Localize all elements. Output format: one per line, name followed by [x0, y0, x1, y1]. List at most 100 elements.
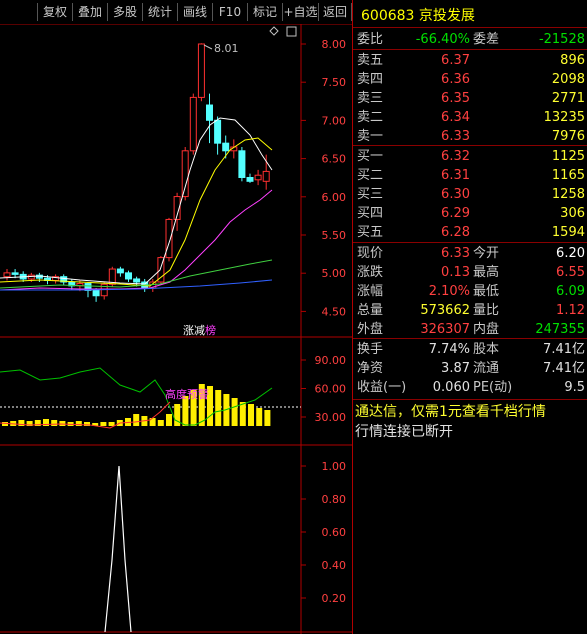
indicator-bar [264, 410, 271, 426]
toolbar-button-mark[interactable]: 标记 [247, 3, 282, 21]
extra-value-2: 9.5 [564, 380, 585, 395]
axis-tick-label: 30.00 [315, 411, 347, 424]
toolbar-button-statistics[interactable]: 统计 [142, 3, 177, 21]
axis-tick-label: 8.00 [322, 38, 347, 51]
toolbar-button-draw-line[interactable]: 画线 [177, 3, 212, 21]
toolbar-button-overlay[interactable]: 叠加 [72, 3, 107, 21]
toolbar-button-multi-stock[interactable]: 多股 [107, 3, 142, 21]
weibi-value: -66.40% [415, 32, 470, 47]
indicator-bar [248, 404, 254, 426]
stat-value: 573662 [420, 303, 470, 318]
indicator-bar [166, 414, 172, 426]
indicator-bar [18, 420, 25, 426]
ma-line-white [0, 117, 273, 285]
extra-label-2: PE(动) [473, 380, 513, 395]
indicator-bar [2, 422, 8, 426]
stat-row: 现价 6.33 今开 6.20 [353, 244, 587, 263]
axis-tick-label: 7.50 [322, 76, 347, 89]
toolbar-button-fuquan[interactable]: 复权 [37, 3, 72, 21]
extra-value: 3.87 [441, 361, 470, 376]
axis-tick-label: 6.50 [322, 153, 347, 166]
ask-price: 6.33 [441, 129, 470, 144]
indicator-bar [59, 421, 66, 426]
stat-label: 涨幅 [357, 284, 384, 299]
indicator-bar [157, 420, 164, 426]
candle-body [254, 174, 262, 181]
stat-label-2: 今开 [473, 246, 500, 261]
bid-label: 买四 [357, 206, 384, 221]
bid-row: 买一 6.32 1125 [353, 147, 587, 166]
axis-tick-label: 5.00 [322, 267, 347, 280]
stat-label-2: 最低 [473, 284, 500, 299]
stat-value: 2.10% [428, 284, 470, 299]
stat-value: 326307 [420, 322, 470, 337]
ma-line-yellow [0, 137, 273, 287]
bid-volume: 1165 [551, 168, 585, 183]
ask-volume: 7976 [551, 129, 585, 144]
weicha-label: 委差 [473, 32, 500, 47]
bid-volume: 306 [560, 206, 585, 221]
extra-label-2: 流通 [473, 361, 500, 376]
ask-volume: 2771 [551, 91, 585, 106]
candle-body [262, 170, 270, 182]
ask-label: 卖三 [357, 91, 384, 106]
weibi-label: 委比 [357, 32, 384, 47]
axis-tick-label: 60.00 [315, 383, 347, 396]
ask-label: 卖五 [357, 53, 384, 68]
upgrade-notice-link[interactable]: 通达信，仅需1元查看千档行情 [355, 401, 546, 421]
stock-code: 600683 [361, 8, 415, 24]
candle-body [189, 96, 197, 152]
extra-row: 收益(一) 0.060 PE(动) 9.5 [353, 378, 587, 397]
stat-value-2: 6.55 [556, 265, 585, 280]
stat-label-2: 内盘 [473, 322, 500, 337]
bottom-spike-line [104, 465, 132, 633]
indicator-overlay-label: 高度预警 [165, 387, 209, 401]
stock-header: 600683 京投发展 [361, 5, 475, 25]
bid-row: 买四 6.29 306 [353, 204, 587, 223]
price-chart[interactable]: 8.01 8.00 7.50 7.00 6.50 6.00 5.50 5.00 4.50 高度… [0, 0, 352, 634]
stat-value-2: 247355 [535, 322, 585, 337]
axis-tick-label: 5.50 [322, 229, 347, 242]
toolbar: 复权 叠加 多股 统计 画线 F10 标记 +自选 返回 [0, 0, 352, 24]
stat-row: 总量 573662 量比 1.12 [353, 301, 587, 320]
stat-value-2: 1.12 [556, 303, 585, 318]
axis-tick-label: 0.60 [322, 526, 347, 539]
extra-value: 7.74% [428, 342, 470, 357]
candle-body [165, 218, 173, 259]
toolbar-button-add-watchlist[interactable]: +自选 [282, 3, 318, 21]
toolbar-button-f10[interactable]: F10 [212, 3, 247, 21]
extra-value: 0.060 [432, 380, 470, 395]
stat-label: 外盘 [357, 322, 384, 337]
toolbar-button-back[interactable]: 返回 [318, 3, 352, 21]
candle-body [125, 272, 132, 280]
candle-body [27, 274, 35, 280]
stat-value: 6.33 [441, 246, 470, 261]
bid-label: 买一 [357, 149, 384, 164]
bid-volume: 1594 [551, 225, 585, 240]
ask-row: 卖五 6.37 896 [353, 51, 587, 70]
ask-volume: 896 [560, 53, 585, 68]
candle-body [133, 278, 141, 283]
axis-tick-label: 0.20 [322, 592, 347, 605]
ask-price: 6.37 [441, 53, 470, 68]
axis-tick-label: 0.80 [322, 493, 347, 506]
candle-body [214, 119, 222, 144]
moving-averages [0, 117, 273, 291]
ask-label: 卖二 [357, 110, 384, 125]
stock-name: 京投发展 [418, 8, 475, 24]
candle-body [222, 142, 230, 152]
candle-body [181, 150, 189, 198]
extra-label: 收益(一) [357, 380, 407, 395]
indicator-bar [51, 420, 58, 426]
indicator-bar [100, 422, 107, 426]
axis-tick-label: 7.00 [322, 114, 347, 127]
badge[interactable]: 涨减榜 [183, 322, 216, 338]
indicator-panel: 高度预警 90.00 60.00 30.00 [0, 354, 347, 429]
extra-value-2: 7.41亿 [543, 361, 585, 376]
chart-area[interactable]: 8.01 8.00 7.50 7.00 6.50 6.00 5.50 5.00 4.50 高度… [0, 0, 352, 634]
price-axis: 8.00 7.50 7.00 6.50 6.00 5.50 5.00 4.50 [301, 38, 346, 318]
stat-value-2: 6.09 [556, 284, 585, 299]
weicha-value: -21528 [538, 32, 585, 47]
candle-body [246, 177, 254, 182]
indicator-bar [108, 422, 115, 426]
